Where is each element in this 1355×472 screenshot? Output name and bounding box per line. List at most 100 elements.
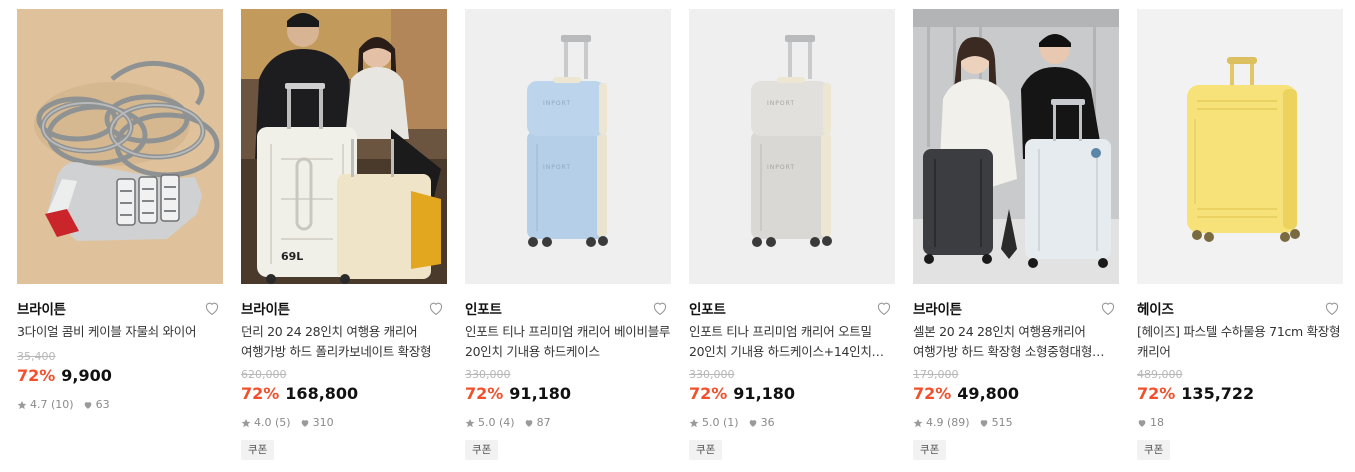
likes-count: 87 xyxy=(536,416,551,429)
heart-icon[interactable] xyxy=(875,299,893,317)
price-line: 72% 168,800 xyxy=(241,384,358,403)
rating-text: 4.9 (89) xyxy=(926,416,970,429)
sale-price: 91,180 xyxy=(509,384,572,403)
discount-rate: 72% xyxy=(913,384,952,403)
rating: 5.0 (4) xyxy=(465,416,515,429)
heart-icon[interactable] xyxy=(1099,299,1117,317)
likes: 87 xyxy=(524,416,551,429)
product-card[interactable]: 브라이튼 3다이얼 콤비 케이블 자물쇠 와이어 35,400 72% 9,900… xyxy=(17,9,223,469)
discount-rate: 72% xyxy=(689,384,728,403)
discount-rate: 72% xyxy=(17,366,56,385)
sale-price: 135,722 xyxy=(1181,384,1255,403)
cable-lock-image xyxy=(17,9,223,284)
brand-name[interactable]: 브라이튼 xyxy=(241,298,290,318)
likes: 515 xyxy=(979,416,1013,429)
review-meta: 4.9 (89) 515 xyxy=(913,416,1022,429)
rating-text: 5.0 (1) xyxy=(702,416,739,429)
likes-count: 515 xyxy=(991,416,1013,429)
product-name[interactable]: 인포트 티나 프리미엄 캐리어 오트밀 20인치 기내용 하드케이스+14인치 … xyxy=(689,322,895,362)
price-line: 72% 9,900 xyxy=(17,366,112,385)
product-card[interactable]: INPORT INPORT 인포트 인포트 티나 프리미엄 캐리어 베이비블루 … xyxy=(465,9,671,469)
original-price: 330,000 xyxy=(465,368,511,381)
likes-count: 310 xyxy=(312,416,334,429)
likes: 310 xyxy=(300,416,334,429)
brand-name[interactable]: 헤이즈 xyxy=(1137,298,1174,318)
discount-rate: 72% xyxy=(241,384,280,403)
star-icon xyxy=(689,418,699,427)
heart-icon[interactable] xyxy=(1323,299,1341,317)
product-card[interactable]: 헤이즈 [헤이즈] 파스텔 수하물용 71cm 확장형 캐리어 489,000 … xyxy=(1137,9,1343,469)
blue-suitcase-set-image: INPORT INPORT xyxy=(465,9,671,284)
svg-text:69L: 69L xyxy=(281,250,303,263)
discount-rate: 72% xyxy=(465,384,504,403)
heart-filled-icon xyxy=(980,419,987,427)
brand-name[interactable]: 인포트 xyxy=(689,298,726,318)
rating: 4.9 (89) xyxy=(913,416,970,429)
likes: 18 xyxy=(1137,416,1164,429)
review-meta: 4.7 (10) 63 xyxy=(17,398,119,411)
product-name[interactable]: [헤이즈] 파스텔 수하물용 71cm 확장형 캐리어 xyxy=(1137,322,1343,362)
product-card[interactable]: INPORT INPORT 인포트 인포트 티나 프리미엄 캐리어 오트밀 20… xyxy=(689,9,895,469)
heart-icon[interactable] xyxy=(651,299,669,317)
sale-price: 91,180 xyxy=(733,384,796,403)
original-price: 620,000 xyxy=(241,368,287,381)
brand-name[interactable]: 브라이튼 xyxy=(17,298,66,318)
product-image[interactable]: 69L xyxy=(241,9,447,284)
likes-count: 63 xyxy=(95,398,110,411)
heart-icon[interactable] xyxy=(427,299,445,317)
star-icon xyxy=(465,418,475,427)
rating: 4.7 (10) xyxy=(17,398,74,411)
rating: 5.0 (1) xyxy=(689,416,739,429)
price-line: 72% 135,722 xyxy=(1137,384,1254,403)
review-meta: 4.0 (5) 310 xyxy=(241,416,343,429)
yellow-suitcase-image xyxy=(1137,9,1343,284)
product-image[interactable]: INPORT INPORT xyxy=(465,9,671,284)
coupon-badge: 쿠폰 xyxy=(241,440,275,460)
svg-text:INPORT: INPORT xyxy=(543,164,571,171)
review-meta: 5.0 (1) 36 xyxy=(689,416,784,429)
sale-price: 9,900 xyxy=(61,366,112,385)
svg-text:INPORT: INPORT xyxy=(543,100,571,107)
price-line: 72% 49,800 xyxy=(913,384,1019,403)
svg-text:INPORT: INPORT xyxy=(767,164,795,171)
likes: 36 xyxy=(748,416,775,429)
price-line: 72% 91,180 xyxy=(465,384,571,403)
couple-subway-luggage-image: 69L xyxy=(241,9,447,284)
svg-text:INPORT: INPORT xyxy=(767,100,795,107)
product-image[interactable] xyxy=(17,9,223,284)
oatmeal-suitcase-set-image: INPORT INPORT xyxy=(689,9,895,284)
product-name[interactable]: 셀본 20 24 28인치 여행용캐리어 여행가방 하드 확장형 소형중형대형 … xyxy=(913,322,1119,362)
product-name[interactable]: 던리 20 24 28인치 여행용 캐리어 여행가방 하드 폴리카보네이트 확장… xyxy=(241,322,447,362)
likes-count: 18 xyxy=(1150,416,1164,429)
brand-name[interactable]: 인포트 xyxy=(465,298,502,318)
heart-icon[interactable] xyxy=(203,299,221,317)
product-name[interactable]: 인포트 티나 프리미엄 캐리어 베이비블루 20인치 기내용 하드케이스 xyxy=(465,322,671,362)
original-price: 35,400 xyxy=(17,350,56,363)
original-price: 489,000 xyxy=(1137,368,1183,381)
original-price: 330,000 xyxy=(689,368,735,381)
price-line: 72% 91,180 xyxy=(689,384,795,403)
rating: 4.0 (5) xyxy=(241,416,291,429)
product-card[interactable]: 69L 브라이튼 던리 20 24 28인치 여행용 캐리어 여행가방 하드 폴… xyxy=(241,9,447,469)
couple-bench-luggage-image xyxy=(913,9,1119,284)
star-icon xyxy=(17,400,27,409)
rating-text: 5.0 (4) xyxy=(478,416,515,429)
brand-name[interactable]: 브라이튼 xyxy=(913,298,962,318)
coupon-badge: 쿠폰 xyxy=(1137,440,1171,460)
heart-filled-icon xyxy=(1138,419,1146,427)
star-icon xyxy=(241,418,251,427)
sale-price: 49,800 xyxy=(957,384,1020,403)
heart-filled-icon xyxy=(525,419,532,427)
coupon-badge: 쿠폰 xyxy=(913,440,947,460)
product-card[interactable]: 브라이튼 셀본 20 24 28인치 여행용캐리어 여행가방 하드 확장형 소형… xyxy=(913,9,1119,469)
product-image[interactable] xyxy=(913,9,1119,284)
review-meta: 5.0 (4) 87 xyxy=(465,416,560,429)
heart-filled-icon xyxy=(301,419,308,427)
product-image[interactable] xyxy=(1137,9,1343,284)
product-name[interactable]: 3다이얼 콤비 케이블 자물쇠 와이어 xyxy=(17,322,223,342)
sale-price: 168,800 xyxy=(285,384,359,403)
review-meta: 18 xyxy=(1137,416,1173,429)
product-image[interactable]: INPORT INPORT xyxy=(689,9,895,284)
heart-filled-icon xyxy=(749,419,756,427)
coupon-badge: 쿠폰 xyxy=(689,440,723,460)
